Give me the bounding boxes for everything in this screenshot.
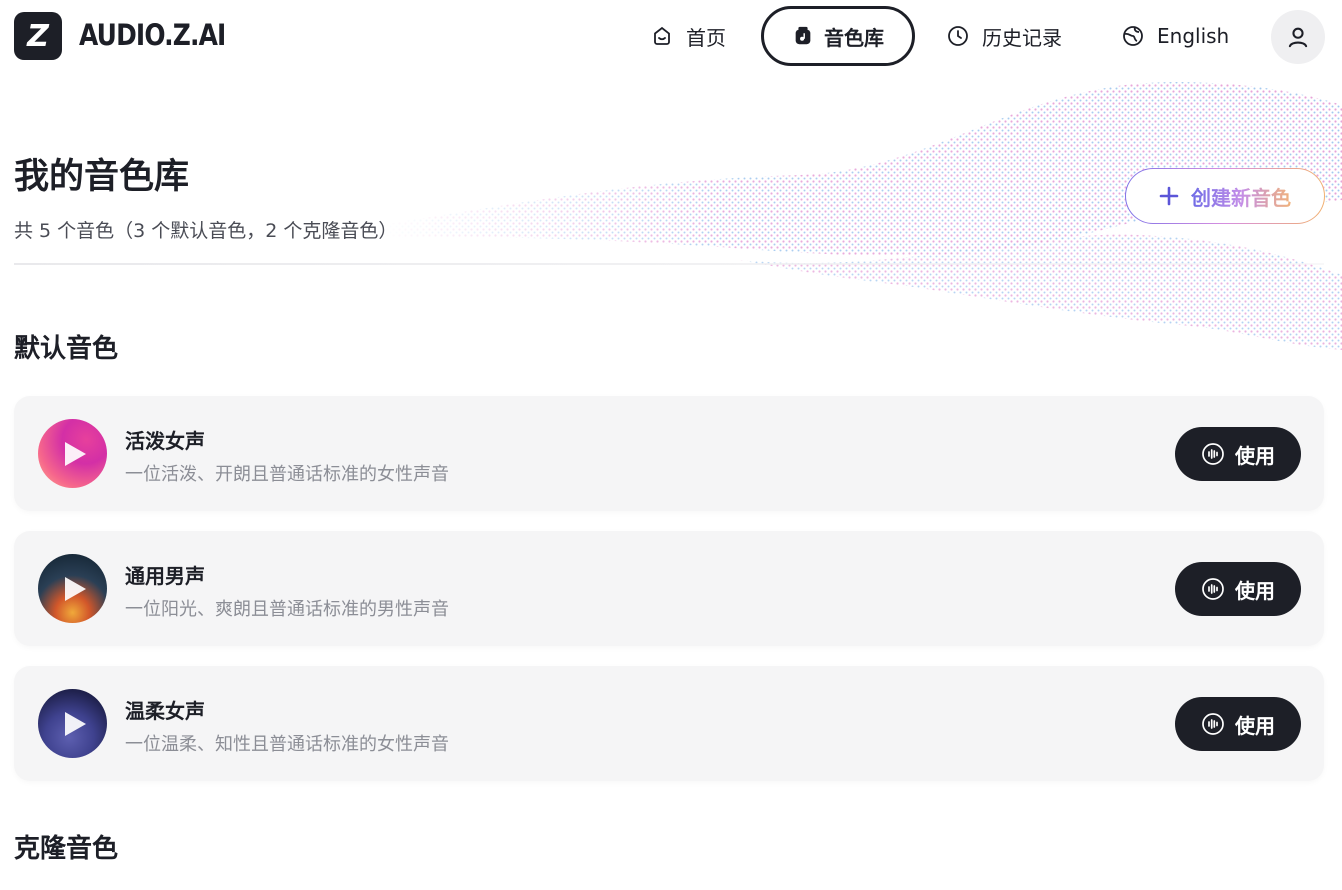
voice-card: 活泼女声 一位活泼、开朗且普通话标准的女性声音 使用 (14, 396, 1324, 511)
top-navigation-bar: Z AUDIO.Z.AI 首页 音色库 历史记录 English (0, 0, 1342, 74)
waveform-icon (1202, 443, 1224, 465)
use-voice-button[interactable]: 使用 (1175, 697, 1301, 751)
section-title-default: 默认音色 (14, 334, 119, 364)
globe-icon (1123, 26, 1143, 46)
use-voice-label: 使用 (1235, 713, 1275, 738)
voice-count-summary: 共 5 个音色（3 个默认音色，2 个克隆音色） (14, 220, 398, 242)
use-voice-label: 使用 (1235, 578, 1275, 603)
voice-play-button[interactable] (38, 554, 107, 623)
language-switch[interactable]: English (1121, 6, 1229, 66)
voice-play-button[interactable] (38, 689, 107, 758)
home-icon (654, 26, 670, 45)
voice-card: 温柔女声 一位温柔、知性且普通话标准的女性声音 使用 (14, 666, 1324, 781)
nav-voice-library-label: 音色库 (824, 25, 884, 50)
section-title-cloned: 克隆音色 (14, 834, 119, 864)
voice-card: 通用男声 一位阳光、爽朗且普通话标准的男性声音 使用 (14, 531, 1324, 646)
voice-name: 通用男声 (125, 564, 205, 588)
create-voice-button[interactable]: 创建新音色 (1125, 168, 1325, 224)
user-avatar-button[interactable] (1271, 10, 1325, 64)
voice-name: 温柔女声 (125, 699, 205, 723)
waveform-icon (1202, 713, 1224, 735)
user-icon (1288, 27, 1308, 48)
voice-name: 活泼女声 (125, 429, 205, 453)
create-voice-label: 创建新音色 (1191, 182, 1291, 211)
voice-play-button[interactable] (38, 419, 107, 488)
page-title: 我的音色库 (14, 157, 190, 197)
language-label: English (1157, 24, 1230, 48)
voice-library-icon (795, 26, 811, 45)
nav-voice-library[interactable]: 音色库 (761, 6, 915, 66)
play-icon (64, 711, 86, 736)
waveform-icon (1202, 578, 1224, 600)
voice-description: 一位阳光、爽朗且普通话标准的男性声音 (125, 599, 449, 620)
logo-letter: Z (27, 18, 49, 54)
brand-logo[interactable]: Z (14, 12, 62, 60)
use-voice-button[interactable]: 使用 (1175, 562, 1301, 616)
play-icon (64, 576, 86, 601)
use-voice-button[interactable]: 使用 (1175, 427, 1301, 481)
nav-history-label: 历史记录 (982, 25, 1062, 50)
play-icon (64, 441, 86, 466)
nav-home-label: 首页 (686, 25, 726, 50)
voice-description: 一位温柔、知性且普通话标准的女性声音 (125, 734, 449, 755)
nav-home[interactable]: 首页 (650, 6, 726, 66)
clock-icon (948, 26, 968, 46)
plus-icon (1159, 186, 1179, 206)
use-voice-label: 使用 (1235, 443, 1275, 468)
voice-description: 一位活泼、开朗且普通话标准的女性声音 (125, 464, 449, 485)
nav-history[interactable]: 历史记录 (946, 6, 1062, 66)
header-divider (14, 263, 1324, 265)
brand-name[interactable]: AUDIO.Z.AI (79, 18, 226, 52)
